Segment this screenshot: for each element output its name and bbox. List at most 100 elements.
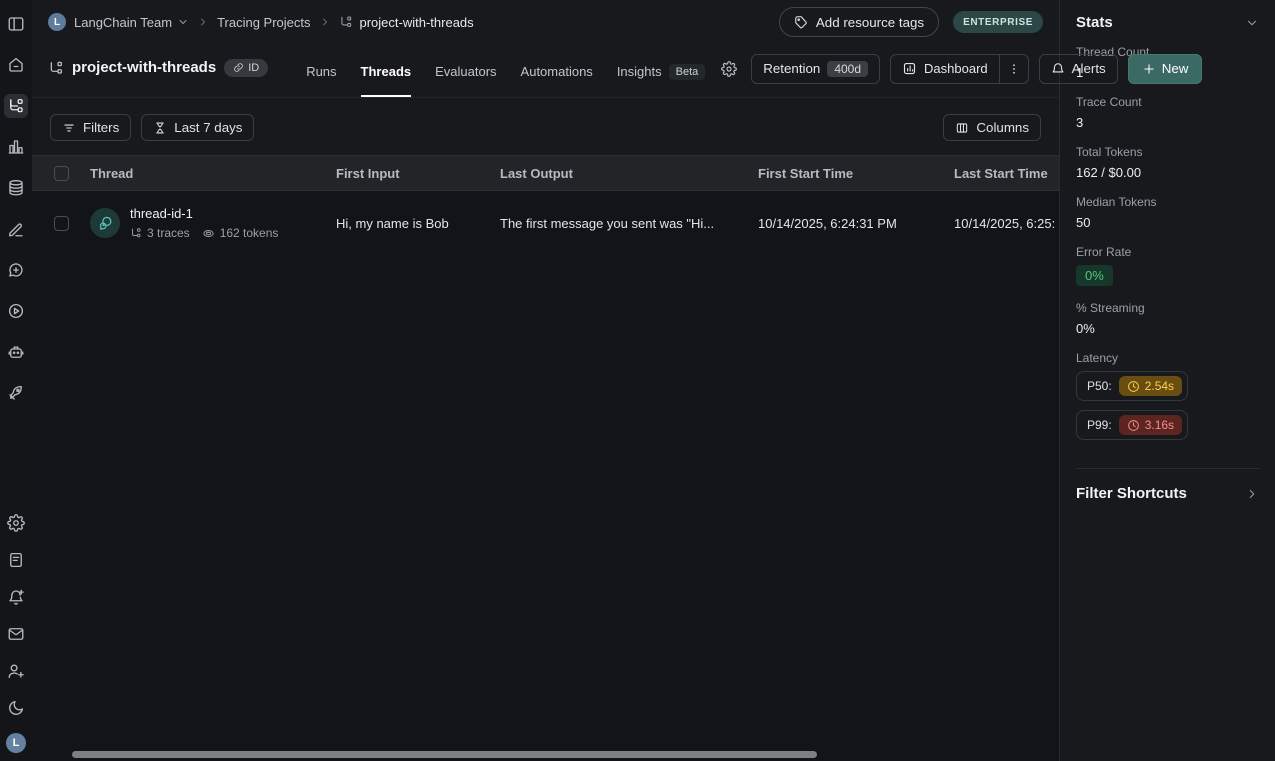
agents-icon[interactable] [4, 340, 28, 364]
table-header-row: Thread First Input Last Output First Sta… [32, 155, 1059, 191]
row-checkbox[interactable] [54, 216, 69, 231]
datasets-icon[interactable] [4, 176, 28, 200]
invite-user-icon[interactable] [4, 659, 28, 683]
beta-badge: Beta [669, 64, 706, 80]
stat-median-tokens: Median Tokens 50 [1076, 195, 1259, 230]
org-name: LangChain Team [74, 15, 172, 30]
columns-label: Columns [976, 120, 1029, 135]
tab-insights[interactable]: Insights Beta [617, 44, 705, 97]
trace-tree-icon [130, 227, 142, 239]
column-header-first-input[interactable]: First Input [336, 166, 500, 181]
column-header-last-start-time[interactable]: Last Start Time [954, 166, 1059, 181]
tab-automations[interactable]: Automations [521, 44, 593, 97]
chevron-down-icon [1245, 16, 1259, 30]
trace-count-meta: 3 traces [130, 226, 190, 240]
stats-header[interactable]: Stats [1076, 14, 1259, 31]
last-start-time-cell: 10/14/2025, 6:25: [954, 216, 1055, 231]
breadcrumb-project[interactable]: project-with-threads [339, 15, 474, 30]
docs-icon[interactable] [4, 548, 28, 572]
stats-title: Stats [1076, 14, 1113, 31]
notifications-icon[interactable] [4, 585, 28, 609]
first-input-cell: Hi, my name is Bob [336, 216, 449, 231]
dashboard-button[interactable]: Dashboard [891, 55, 999, 83]
chevron-right-icon [1245, 487, 1259, 501]
prompts-icon[interactable] [4, 258, 28, 282]
tracing-projects-icon[interactable] [4, 94, 28, 118]
first-start-time-cell: 10/14/2025, 6:24:31 PM [758, 216, 897, 231]
copy-id-badge[interactable]: ID [224, 59, 268, 77]
project-tree-icon [48, 60, 64, 76]
latency-p99-chip[interactable]: P99: 3.16s [1076, 410, 1188, 440]
project-tree-icon [339, 15, 353, 29]
monitoring-icon[interactable] [4, 135, 28, 159]
home-icon[interactable] [4, 53, 28, 77]
latency-p99-badge: 3.16s [1119, 415, 1182, 435]
user-avatar[interactable]: L [6, 733, 26, 753]
horizontal-scrollbar[interactable] [72, 751, 817, 758]
settings-icon[interactable] [4, 511, 28, 535]
alerts-button[interactable]: Alerts [1039, 54, 1118, 84]
stat-error-rate: Error Rate 0% [1076, 245, 1259, 286]
stat-latency: Latency P50: 2.54s P99: 3.16s [1076, 351, 1259, 449]
new-button[interactable]: New [1128, 54, 1203, 84]
org-avatar[interactable]: L [48, 13, 66, 31]
org-switcher[interactable]: LangChain Team [74, 15, 189, 30]
page-title: project-with-threads [72, 59, 216, 76]
select-all-checkbox[interactable] [54, 166, 69, 181]
retention-button[interactable]: Retention 400d [751, 54, 880, 84]
project-header: project-with-threads ID Runs Threads Eva… [32, 44, 1059, 98]
breadcrumb-separator-icon [197, 16, 209, 28]
project-settings-icon[interactable] [717, 57, 741, 81]
stat-trace-count: Trace Count 3 [1076, 95, 1259, 130]
clock-icon [1127, 380, 1140, 393]
dashboard-label: Dashboard [924, 61, 988, 76]
hourglass-icon [153, 121, 167, 135]
playground-icon[interactable] [4, 299, 28, 323]
thread-avatar [90, 208, 120, 238]
table-row[interactable]: thread-id-1 3 traces 162 tokens [32, 191, 1059, 255]
tab-threads[interactable]: Threads [361, 44, 412, 97]
mail-icon[interactable] [4, 622, 28, 646]
column-header-first-start-time[interactable]: First Start Time [758, 166, 954, 181]
new-label: New [1162, 61, 1189, 76]
tab-runs[interactable]: Runs [306, 44, 336, 97]
annotations-icon[interactable] [4, 217, 28, 241]
sidebar-toggle-icon[interactable] [4, 12, 28, 36]
chevron-down-icon [177, 16, 189, 28]
left-sidebar: L [0, 0, 32, 761]
columns-icon [955, 121, 969, 135]
link-icon [233, 62, 244, 73]
main-area: L LangChain Team Tracing Projects projec… [32, 0, 1059, 761]
last-output-cell: The first message you sent was "Hi... [500, 216, 730, 231]
thread-name: thread-id-1 [130, 206, 278, 221]
add-resource-tags-label: Add resource tags [816, 15, 924, 30]
time-range-button[interactable]: Last 7 days [141, 114, 254, 141]
filters-label: Filters [83, 120, 119, 135]
column-header-thread[interactable]: Thread [90, 166, 336, 181]
theme-toggle-icon[interactable] [4, 696, 28, 720]
breadcrumb-project-name: project-with-threads [360, 15, 474, 30]
filters-button[interactable]: Filters [50, 114, 131, 141]
retention-label: Retention [763, 61, 820, 76]
deployments-icon[interactable] [4, 381, 28, 405]
breadcrumb: L LangChain Team Tracing Projects projec… [32, 0, 1059, 44]
add-resource-tags-button[interactable]: Add resource tags [779, 7, 939, 37]
column-header-last-output[interactable]: Last Output [500, 166, 758, 181]
latency-p50-badge: 2.54s [1119, 376, 1182, 396]
columns-button[interactable]: Columns [943, 114, 1041, 141]
time-range-label: Last 7 days [174, 120, 242, 135]
copy-id-label: ID [248, 62, 259, 74]
filter-icon [62, 121, 76, 135]
tab-evaluators[interactable]: Evaluators [435, 44, 496, 97]
bell-icon [1051, 62, 1065, 76]
stat-total-tokens: Total Tokens 162 / $0.00 [1076, 145, 1259, 180]
threads-table: Thread First Input Last Output First Sta… [32, 155, 1059, 761]
latency-p50-chip[interactable]: P50: 2.54s [1076, 371, 1188, 401]
filter-row: Filters Last 7 days Columns [32, 98, 1059, 155]
dashboard-more-button[interactable] [999, 55, 1028, 83]
breadcrumb-tracing-projects[interactable]: Tracing Projects [217, 15, 310, 30]
filter-shortcuts-header[interactable]: Filter Shortcuts [1076, 468, 1259, 502]
error-rate-badge: 0% [1076, 265, 1113, 286]
tag-icon [794, 15, 808, 29]
retention-value-badge: 400d [827, 61, 868, 77]
